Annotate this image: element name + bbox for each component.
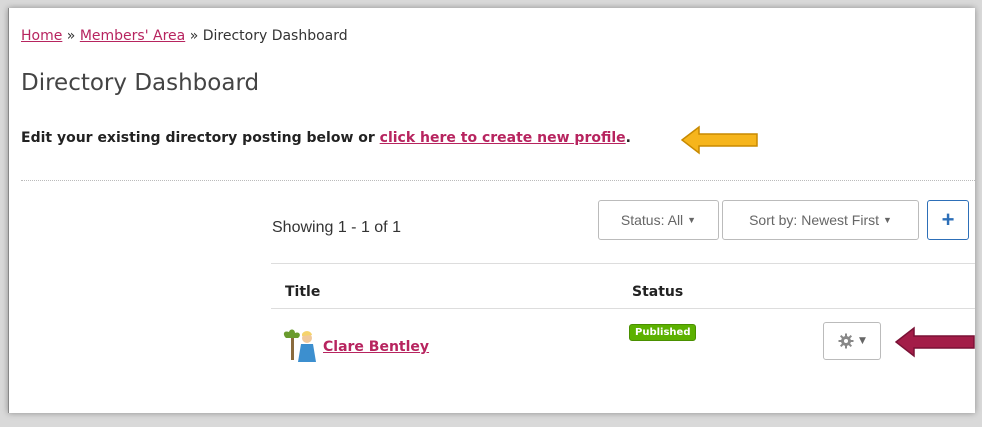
breadcrumb-members-link[interactable]: Members' Area [80, 28, 185, 44]
page-title: Directory Dashboard [21, 70, 260, 96]
breadcrumb: Home » Members' Area » Directory Dashboa… [21, 28, 348, 44]
table-top-rule [271, 263, 975, 264]
gear-icon [838, 333, 854, 349]
plus-icon: + [941, 207, 955, 232]
status-badge: Published [629, 324, 697, 341]
status-filter-button[interactable]: Status: All ▼ [598, 200, 719, 240]
annotation-arrow-left-icon [681, 125, 758, 155]
add-listing-button[interactable]: + [927, 200, 969, 240]
avatar-icon [283, 329, 316, 362]
sort-label: Sort by: Newest First [749, 212, 879, 228]
column-header-title[interactable]: Title [285, 284, 320, 300]
create-profile-link[interactable]: click here to create new profile [380, 130, 626, 146]
intro-end: . [625, 130, 631, 146]
status-filter-label: Status: All [620, 212, 684, 228]
caret-down-icon: ▼ [859, 336, 866, 346]
table-header-rule [271, 308, 975, 309]
intro-text: Edit your existing directory posting bel… [21, 130, 631, 146]
caret-down-icon: ▼ [687, 215, 697, 225]
results-count: Showing 1 - 1 of 1 [272, 219, 401, 236]
breadcrumb-separator: » [189, 28, 199, 44]
intro-label: Edit your existing directory posting bel… [21, 130, 380, 146]
caret-down-icon: ▼ [883, 215, 892, 225]
breadcrumb-current: Directory Dashboard [202, 28, 348, 44]
breadcrumb-separator: » [66, 28, 76, 44]
sort-button[interactable]: Sort by: Newest First ▼ [722, 200, 919, 240]
breadcrumb-home-link[interactable]: Home [21, 28, 62, 44]
row-actions-button[interactable]: ▼ [823, 322, 881, 360]
column-header-status[interactable]: Status [632, 284, 683, 300]
entry-title-link[interactable]: Clare Bentley [323, 339, 429, 355]
page-panel: Home » Members' Area » Directory Dashboa… [8, 8, 975, 413]
annotation-arrow-left-icon [895, 326, 975, 358]
section-divider [21, 180, 975, 181]
